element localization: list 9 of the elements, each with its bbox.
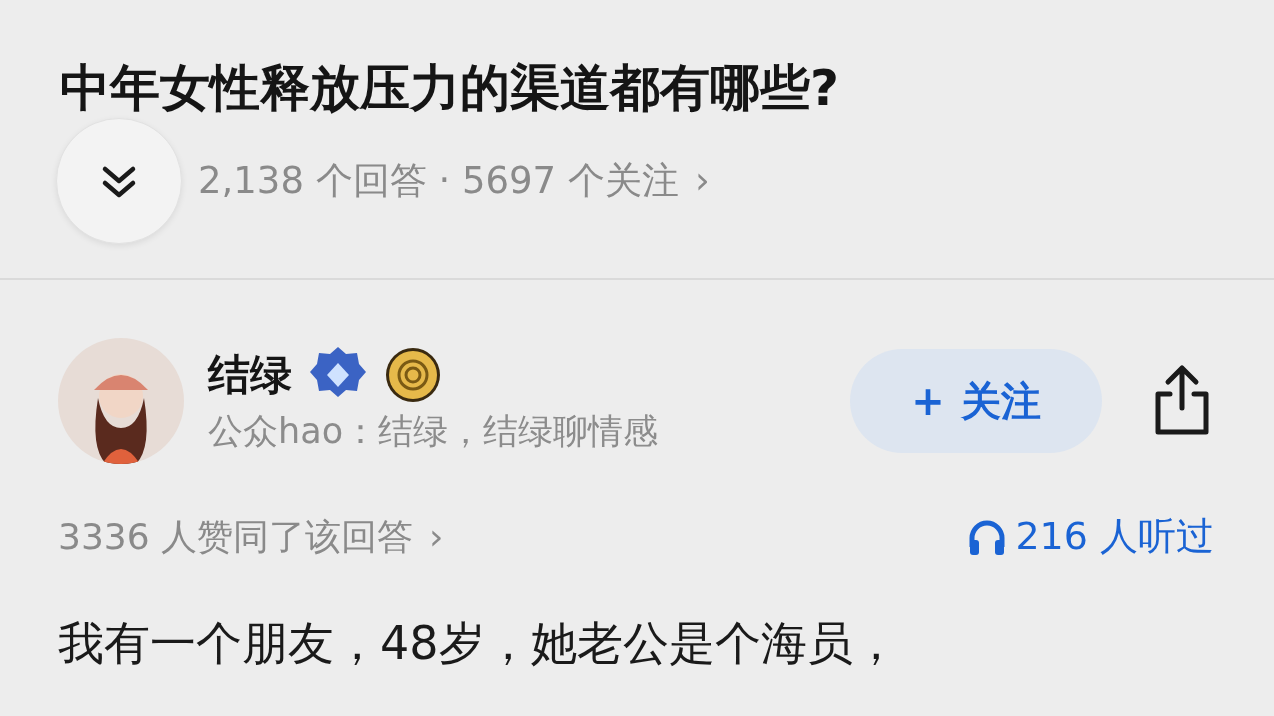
author-subtitle: 公众hao：结绿，结绿聊情感: [208, 409, 660, 453]
medal-icon: [384, 345, 442, 404]
author-name[interactable]: 结绿: [208, 351, 292, 398]
answer-text: 我有一个朋友，48岁，她老公是个海员，: [58, 615, 900, 672]
follow-button[interactable]: + 关注: [850, 349, 1102, 453]
answers-followers-link[interactable]: 2,138 个回答 · 5697 个关注 ›: [198, 153, 710, 209]
listen-count: 216 人听过: [1015, 513, 1214, 560]
question-title: 中年女性释放压力的渠道都有哪些?: [60, 58, 840, 118]
upvotes-link[interactable]: 3336 人赞同了该回答 ›: [58, 509, 444, 564]
